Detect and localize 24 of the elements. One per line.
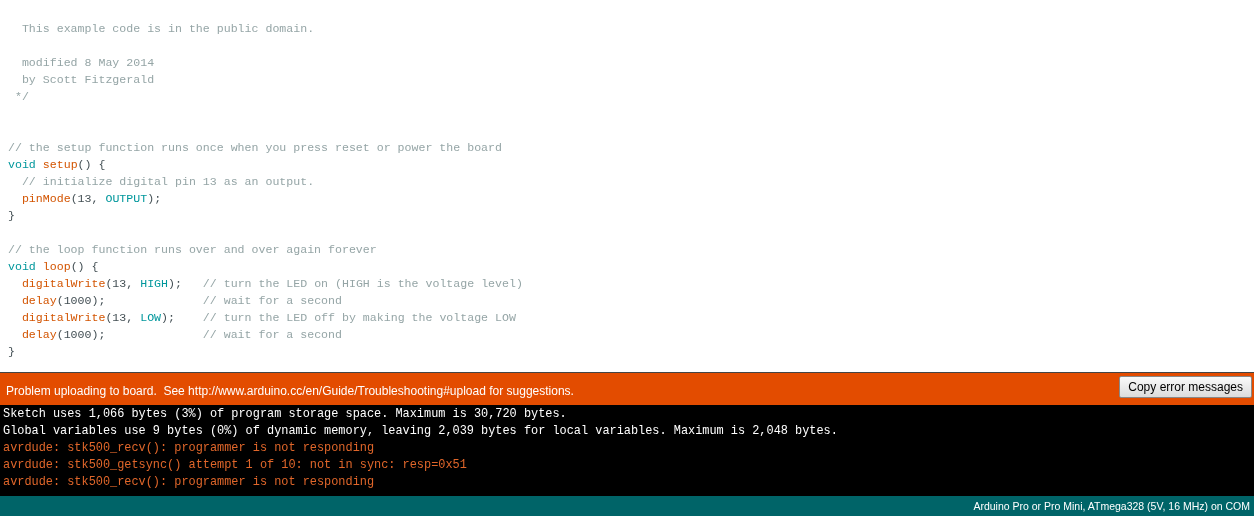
code-line: digitalWrite(13, HIGH); // turn the LED on (HIGH is the voltage level) [20, 277, 523, 290]
console-line: avrdude: stk500_getsync() attempt 1 of 10: not in sync: resp=0x51 [3, 457, 468, 474]
code-line: // the setup function runs once when you press reset or power the board [8, 141, 502, 154]
code-line: } [8, 209, 15, 222]
console-line: Global variables use 9 bytes (0%) of dynamic memory, leaving 2,039 bytes for local variables. Maximum is 2,048 bytes. [3, 423, 839, 440]
error-message: Problem uploading to board. See http://www.arduino.cc/en/Guide/Troubleshooting#upload for suggestions. [6, 384, 574, 398]
console-line: avrdude: stk500_recv(): programmer is not responding [3, 440, 376, 457]
code-line: by Scott Fitzgerald [20, 73, 155, 86]
code-line: pinMode(13, OUTPUT); [20, 192, 162, 205]
code-line: */ [13, 90, 29, 103]
code-line: } [8, 345, 15, 358]
board-status: Arduino Pro or Pro Mini, ATmega328 (5V, 16 MHz) on COM [973, 500, 1250, 512]
copy-error-messages-button[interactable]: Copy error messages [1119, 376, 1252, 398]
code-line: void setup() { [8, 158, 106, 171]
code-line: // the loop function runs over and over again forever [8, 243, 377, 256]
console-line: Sketch uses 1,066 bytes (3%) of program storage space. Maximum is 30,720 bytes. [3, 406, 568, 423]
code-line: delay(1000); // wait for a second [20, 294, 342, 307]
code-line: void loop() { [8, 260, 99, 273]
code-line: modified 8 May 2014 [20, 56, 155, 69]
code-line: // initialize digital pin 13 as an output. [20, 175, 315, 188]
code-line: digitalWrite(13, LOW); // turn the LED off by making the voltage LOW [20, 311, 516, 324]
code-line: This example code is in the public domain. [20, 22, 315, 35]
code-line: delay(1000); // wait for a second [20, 328, 342, 341]
console-line: avrdude: stk500_recv(): programmer is not responding [3, 474, 376, 491]
